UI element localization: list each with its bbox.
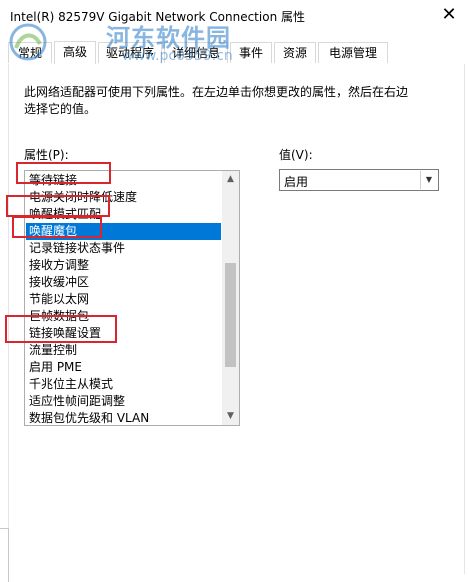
watermark-logo-icon [9,23,47,61]
tab-advanced[interactable]: 高级 [54,41,96,64]
list-item[interactable]: 数据包优先级和 VLAN [26,410,221,425]
watermark-url: www.pc0359.cn [122,48,233,64]
highlight-box [5,315,117,343]
highlight-box [16,162,111,184]
value-label: 值(V): [279,148,313,162]
tab-strip: 常规 高级 驱动程序 详细信息 事件 资源 电源管理 [8,41,463,65]
list-scrollbar[interactable]: ▲ ▼ [222,171,239,425]
value-dropdown-selected: 启用 [284,175,309,189]
tab-power-management[interactable]: 电源管理 [318,42,388,63]
scroll-up-icon[interactable]: ▲ [222,171,239,188]
tab-resources[interactable]: 资源 [274,42,316,63]
list-item[interactable]: 千兆位主从模式 [26,376,221,393]
chevron-down-icon[interactable]: ▼ [420,171,437,189]
list-item[interactable]: 记录链接状态事件 [26,240,221,257]
close-icon[interactable]: ✕ [435,4,463,26]
title-bar: Intel(R) 82579V Gigabit Network Connecti… [0,0,469,32]
list-item[interactable]: 流量控制 [26,342,221,359]
value-dropdown[interactable]: 启用 ▼ [279,169,439,191]
highlight-box [6,195,110,217]
list-item[interactable]: 启用 PME [26,359,221,376]
list-item[interactable]: 接收缓冲区 [26,274,221,291]
list-item[interactable]: 节能以太网 [26,291,221,308]
list-item[interactable]: 适应性帧间距调整 [26,393,221,410]
scroll-thumb[interactable] [225,263,236,367]
tab-events[interactable]: 事件 [230,42,272,63]
highlight-box [12,216,102,238]
description-text: 此网络适配器可使用下列属性。在左边单击你想更改的属性，然后在右边选择它的值。 [24,85,409,116]
property-label: 属性(P): [24,148,69,162]
window-edge [0,528,9,582]
scroll-down-icon[interactable]: ▼ [222,408,239,425]
list-item[interactable]: 接收方调整 [26,257,221,274]
